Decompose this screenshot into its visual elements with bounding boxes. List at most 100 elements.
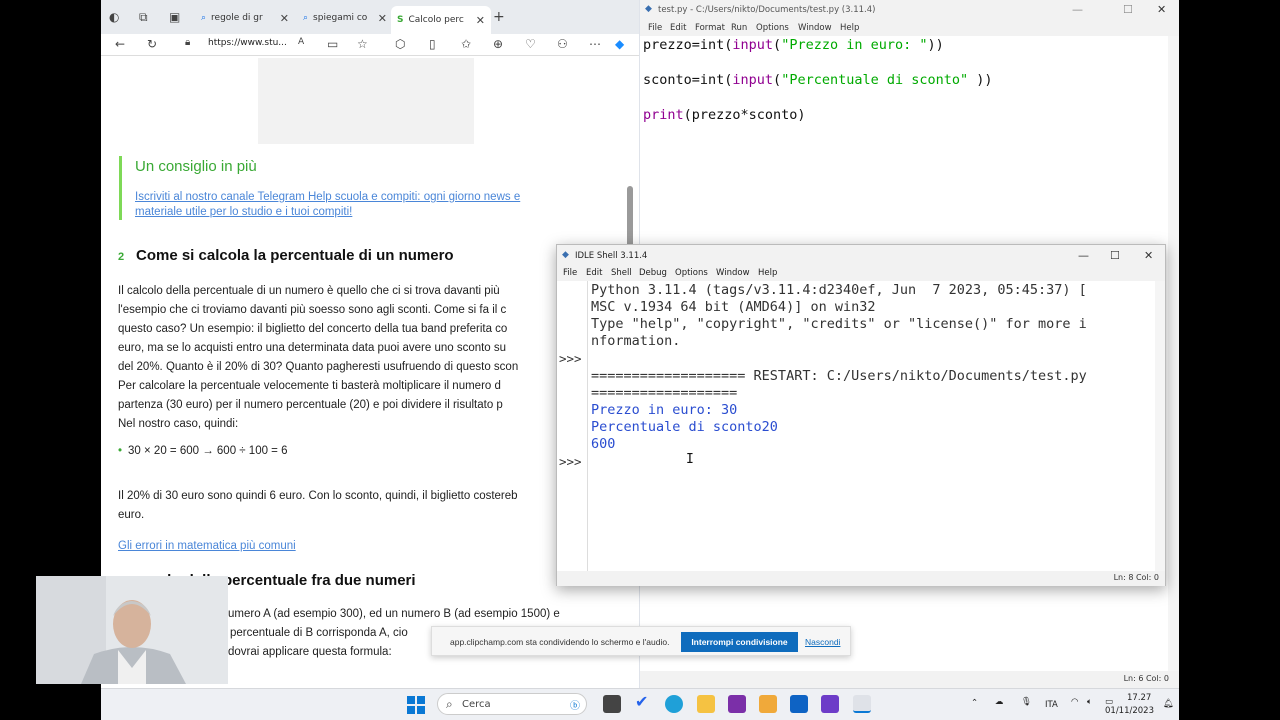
tip-title: Un consiglio in più xyxy=(135,158,257,175)
chevron-up-icon[interactable]: ⌃ xyxy=(971,698,978,708)
paragraph-line: del 20%. Quanto è il 20% di 30? Quanto p… xyxy=(118,361,519,373)
tab-spiegami[interactable]: ⌕ spiegami co ✕ xyxy=(297,6,393,30)
shell-output[interactable]: Python 3.11.4 (tags/v3.11.4:d2340ef, Jun… xyxy=(591,281,1153,571)
python-launcher-icon[interactable] xyxy=(759,695,777,713)
shell-line: Type "help", "copyright", "credits" or "… xyxy=(591,316,1087,332)
idle-app-icon[interactable] xyxy=(853,695,871,713)
split-screen-icon[interactable]: ▯ xyxy=(429,37,436,51)
tip-box: Un consiglio in più Iscriviti al nostro … xyxy=(119,156,599,220)
menu-file[interactable]: File xyxy=(648,23,662,33)
editor-scrollbar[interactable] xyxy=(1168,36,1179,671)
close-icon[interactable]: ✕ xyxy=(1144,249,1153,262)
menu-options[interactable]: Options xyxy=(675,268,708,278)
more-icon[interactable]: ⋯ xyxy=(589,37,601,51)
code-token: ( xyxy=(773,72,782,88)
taskbar-search[interactable]: ⌕ Cerca ⓑ xyxy=(437,693,587,715)
code-line-3[interactable]: sconto=int(input("Percentuale di sconto"… xyxy=(643,72,993,90)
read-aloud-icon[interactable]: A xyxy=(298,37,304,47)
todo-icon[interactable]: ✔ xyxy=(635,692,653,711)
close-icon[interactable]: ✕ xyxy=(476,14,485,27)
code-string: "Prezzo in euro: " xyxy=(781,37,928,53)
tab-calcolo[interactable]: S Calcolo perc ✕ xyxy=(391,6,491,34)
shell-line: Percentuale di sconto20 xyxy=(591,419,778,435)
shell-line: nformation. xyxy=(591,333,681,349)
favorites-icon[interactable]: ✩ xyxy=(461,37,471,51)
code-line-5[interactable]: print(prezzo*sconto) xyxy=(643,107,806,125)
telegram-link[interactable]: Iscriviti al nostro canale Telegram Help… xyxy=(135,190,595,220)
search-icon: ⌕ xyxy=(303,13,309,23)
new-tab-icon[interactable]: + xyxy=(493,9,505,25)
taskbar: ⌕ Cerca ⓑ ✔ ⌃ ☁ 🎙︎ ITA ◠ 🔈︎ ▭ 17.27 01/1… xyxy=(101,688,1179,720)
paragraph-line: Nel nostro caso, quindi: xyxy=(118,418,239,430)
menu-window[interactable]: Window xyxy=(716,268,750,278)
menu-debug[interactable]: Debug xyxy=(639,268,667,278)
maximize-icon[interactable]: ☐ xyxy=(1110,249,1120,262)
menu-format[interactable]: Format xyxy=(695,23,725,33)
stop-sharing-button[interactable]: Interrompi condivisione xyxy=(681,632,798,652)
back-icon[interactable]: ← xyxy=(115,37,125,51)
shell-line: =================== RESTART: C:/Users/ni… xyxy=(591,368,1087,384)
tab-regole[interactable]: ⌕ regole di gr ✕ xyxy=(195,6,295,30)
lock-icon[interactable]: 🔒︎ xyxy=(185,37,190,48)
clock-date[interactable]: 01/11/2023 xyxy=(1105,706,1154,716)
shell-scrollbar[interactable] xyxy=(1155,281,1165,571)
errors-link[interactable]: Gli errori in matematica più comuni xyxy=(118,540,296,552)
menu-options[interactable]: Options xyxy=(756,23,789,33)
file-explorer-icon[interactable] xyxy=(697,695,715,713)
extension-icon[interactable]: ⬡ xyxy=(395,37,405,51)
menu-edit[interactable]: Edit xyxy=(586,268,602,278)
browser-essentials-icon[interactable]: ♡ xyxy=(525,37,536,51)
menu-edit[interactable]: Edit xyxy=(670,23,686,33)
screen: ◐ ⧉ ▣ ⌕ regole di gr ✕ ⌕ spiegami co ✕ S… xyxy=(0,0,1280,720)
tab-label: Calcolo perc xyxy=(408,15,464,25)
close-icon[interactable]: ✕ xyxy=(378,12,387,25)
tab-label: spiegami co xyxy=(313,13,368,23)
close-icon[interactable]: ✕ xyxy=(1157,3,1166,16)
menu-window[interactable]: Window xyxy=(798,23,832,33)
microphone-icon[interactable]: 🎙︎ xyxy=(1021,697,1032,707)
menu-shell[interactable]: Shell xyxy=(611,268,632,278)
app-icon[interactable]: ▭ xyxy=(327,37,338,51)
tab-label: regole di gr xyxy=(211,13,263,23)
windows-start-icon[interactable] xyxy=(407,696,425,714)
shell-title: IDLE Shell 3.11.4 xyxy=(575,251,648,261)
screen-share-bar: app.clipchamp.com sta condividendo lo sc… xyxy=(431,626,851,656)
paragraph-3-line: percentuale di B corrisponda A, cio xyxy=(230,627,408,639)
cloud-icon[interactable]: ☁ xyxy=(995,697,1004,707)
telegram-link-line-2[interactable]: materiale utile per lo studio e i tuoi c… xyxy=(135,205,595,220)
share-icon[interactable]: ⚇ xyxy=(557,37,568,51)
onenote-icon[interactable] xyxy=(728,695,746,713)
code-token: (prezzo*sconto) xyxy=(683,107,806,123)
menu-help[interactable]: Help xyxy=(840,23,859,33)
maximize-icon[interactable]: ☐ xyxy=(1123,3,1133,16)
hide-button[interactable]: Nascondi xyxy=(805,637,840,647)
browser-profile-icon[interactable]: ◐ xyxy=(109,10,119,24)
code-line-1[interactable]: prezzo=int(input("Prezzo in euro: ")) xyxy=(643,37,944,55)
minimize-icon[interactable]: — xyxy=(1072,3,1083,16)
wifi-icon[interactable]: ◠ xyxy=(1071,697,1078,707)
shell-menu-bar: File Edit Shell Debug Options Window Hel… xyxy=(557,267,1165,281)
volume-icon[interactable]: 🔈︎ xyxy=(1087,697,1092,707)
clipchamp-icon[interactable] xyxy=(821,695,839,713)
refresh-icon[interactable]: ↻ xyxy=(147,37,157,51)
section-number: 2 xyxy=(118,251,125,263)
clock-time[interactable]: 17.27 xyxy=(1127,693,1151,703)
close-icon[interactable]: ✕ xyxy=(280,12,289,25)
menu-run[interactable]: Run xyxy=(731,23,747,33)
url-field[interactable]: https://www.stu... xyxy=(208,38,287,48)
menu-file[interactable]: File xyxy=(563,268,577,278)
search-icon: ⌕ xyxy=(446,697,453,711)
language-indicator[interactable]: ITA xyxy=(1045,700,1058,710)
task-view-icon[interactable] xyxy=(603,695,621,713)
copilot-icon[interactable]: ◆ xyxy=(615,37,624,51)
tab-actions-icon[interactable]: ▣ xyxy=(169,10,180,24)
collections-icon[interactable]: ⊕ xyxy=(493,37,503,51)
telegram-link-line-1[interactable]: Iscriviti al nostro canale Telegram Help… xyxy=(135,190,595,205)
edge-icon[interactable] xyxy=(665,695,683,713)
menu-help[interactable]: Help xyxy=(758,268,777,278)
favorite-icon[interactable]: ☆ xyxy=(357,37,368,51)
minimize-icon[interactable]: — xyxy=(1078,249,1089,262)
workspaces-icon[interactable]: ⧉ xyxy=(139,10,148,25)
notifications-icon[interactable]: 🔔︎ xyxy=(1163,699,1174,709)
outlook-icon[interactable] xyxy=(790,695,808,713)
